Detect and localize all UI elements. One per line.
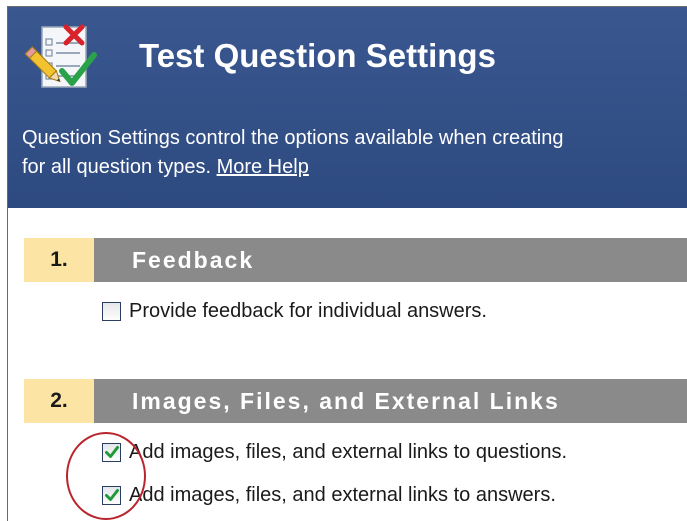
section-title: Feedback [132,246,255,273]
description-line-1: Question Settings control the options av… [22,127,564,149]
option-feedback-individual: Provide feedback for individual answers. [102,300,487,323]
links-questions-checkbox[interactable] [102,443,121,462]
option-label: Provide feedback for individual answers. [129,300,487,322]
links-answers-checkbox[interactable] [102,486,121,505]
option-label: Add images, files, and external links to… [129,484,556,506]
section-title: Images, Files, and External Links [132,387,560,414]
feedback-checkbox[interactable] [102,302,121,321]
option-label: Add images, files, and external links to… [129,441,568,463]
section-number: 2. [24,379,94,423]
page-description: Question Settings control the options av… [22,124,687,182]
more-help-link[interactable]: More Help [217,156,309,178]
section-number: 1. [24,238,94,282]
section-feedback-header: 1. Feedback [24,238,687,282]
option-links-to-questions: Add images, files, and external links to… [102,441,567,464]
description-line-2-text: for all question types. [22,156,217,178]
option-links-to-answers: Add images, files, and external links to… [102,484,556,507]
checklist-icon [24,24,97,88]
checkmark-icon [105,446,119,458]
description-line-2: for all question types. More Help [22,153,687,182]
section-images-files-links-header: 2. Images, Files, and External Links [24,379,687,423]
page-header: Test Question Settings Question Settings… [8,7,687,208]
page-title: Test Question Settings [139,37,496,74]
checkmark-icon [105,489,119,501]
settings-panel: Test Question Settings Question Settings… [7,6,687,521]
